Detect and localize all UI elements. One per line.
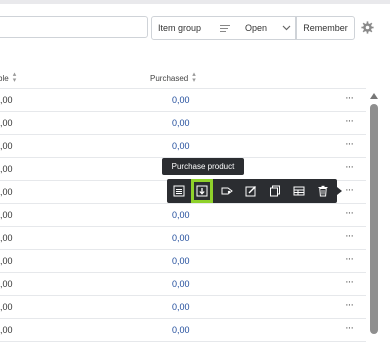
table-cell-left: ,00 bbox=[0, 141, 13, 151]
sort-icon: ▴ ▾ bbox=[12, 71, 17, 84]
table-cell-left: ,00 bbox=[0, 210, 13, 220]
row-menu-button[interactable]: ··· bbox=[345, 253, 354, 265]
table-cell-left: ,00 bbox=[0, 233, 13, 243]
vertical-scrollbar[interactable] bbox=[370, 93, 378, 334]
table-row[interactable]: ,00 0,00 ··· bbox=[0, 250, 366, 273]
table-cell-left: ,00 bbox=[0, 325, 13, 335]
table-cell-left: ,00 bbox=[0, 95, 13, 105]
row-menu-button[interactable]: ··· bbox=[345, 322, 354, 334]
table-cell-left: ,00 bbox=[0, 302, 13, 312]
remember-label: Remember bbox=[303, 23, 348, 33]
table-cell-left: ,00 bbox=[0, 118, 13, 128]
column-header-purchased[interactable]: Purchased ▴ ▾ bbox=[150, 71, 196, 85]
table-cell-purchased: 0,00 bbox=[172, 118, 190, 128]
table-row[interactable]: ,00 0,00 ··· bbox=[0, 273, 366, 296]
scroll-up-icon[interactable] bbox=[370, 93, 378, 99]
table-row[interactable]: ,00 0,00 ··· bbox=[0, 89, 366, 112]
item-group-label: Item group bbox=[158, 23, 202, 33]
list-icon[interactable] bbox=[171, 183, 187, 199]
row-menu-button[interactable]: ··· bbox=[345, 276, 354, 288]
search-input[interactable] bbox=[0, 16, 148, 38]
toolbar-pointer bbox=[337, 187, 342, 195]
remember-button[interactable]: Remember bbox=[296, 16, 355, 40]
row-menu-button[interactable]: ··· bbox=[345, 230, 354, 242]
row-menu-button[interactable]: ··· bbox=[345, 115, 354, 127]
table-row[interactable]: ,00 0,00 ··· bbox=[0, 204, 366, 227]
table-icon[interactable] bbox=[291, 183, 307, 199]
table-cell-left: ,00 bbox=[0, 256, 13, 266]
gear-icon[interactable] bbox=[361, 21, 374, 34]
table-cell-purchased: 0,00 bbox=[172, 302, 190, 312]
table-cell-purchased: 0,00 bbox=[172, 95, 190, 105]
download-arrow-icon[interactable] bbox=[194, 183, 210, 199]
row-menu-button[interactable]: ··· bbox=[345, 184, 354, 196]
edit-icon[interactable] bbox=[243, 183, 259, 199]
table-row[interactable]: ,00 0,00 ··· bbox=[0, 112, 366, 135]
tag-icon[interactable] bbox=[219, 183, 235, 199]
table-cell-purchased: 0,00 bbox=[172, 141, 190, 151]
table-cell-purchased: 0,00 bbox=[172, 256, 190, 266]
row-menu-button[interactable]: ··· bbox=[345, 299, 354, 311]
table-cell-left: ,00 bbox=[0, 187, 13, 197]
item-group-select[interactable]: Item group bbox=[151, 16, 237, 40]
chevron-down-icon bbox=[282, 25, 291, 31]
sort-icon: ▴ ▾ bbox=[192, 71, 196, 84]
table-cell-purchased: 0,00 bbox=[172, 233, 190, 243]
table-cell-purchased: 0,00 bbox=[172, 210, 190, 220]
tooltip: Purchase product bbox=[162, 158, 244, 175]
column-header-left[interactable]: ble ▴ ▾ bbox=[0, 71, 16, 85]
table-row[interactable]: ,00 0,00 ··· bbox=[0, 319, 366, 342]
scrollbar-thumb[interactable] bbox=[370, 104, 378, 334]
copy-icon[interactable] bbox=[267, 183, 283, 199]
trash-icon[interactable] bbox=[315, 183, 331, 199]
status-select[interactable]: Open bbox=[236, 16, 296, 40]
table-cell-purchased: 0,00 bbox=[172, 325, 190, 335]
row-menu-button[interactable]: ··· bbox=[345, 92, 354, 104]
column-header-label: Purchased bbox=[150, 73, 189, 83]
top-bar bbox=[0, 0, 390, 4]
status-select-value: Open bbox=[245, 23, 268, 33]
table-cell-purchased: 0,00 bbox=[172, 279, 190, 289]
row-menu-button[interactable]: ··· bbox=[345, 138, 354, 150]
filter-list-icon bbox=[220, 25, 230, 32]
column-header-label: ble bbox=[0, 73, 9, 83]
row-action-toolbar bbox=[167, 179, 337, 203]
table-cell-left: ,00 bbox=[0, 164, 13, 174]
row-menu-button[interactable]: ··· bbox=[345, 161, 354, 173]
row-menu-button[interactable]: ··· bbox=[345, 207, 354, 219]
table-row[interactable]: ,00 0,00 ··· bbox=[0, 296, 366, 319]
table-row[interactable]: ,00 0,00 ··· bbox=[0, 227, 366, 250]
table-row[interactable]: ,00 0,00 ··· bbox=[0, 135, 366, 158]
tooltip-text: Purchase product bbox=[171, 162, 235, 171]
table-cell-left: ,00 bbox=[0, 279, 13, 289]
